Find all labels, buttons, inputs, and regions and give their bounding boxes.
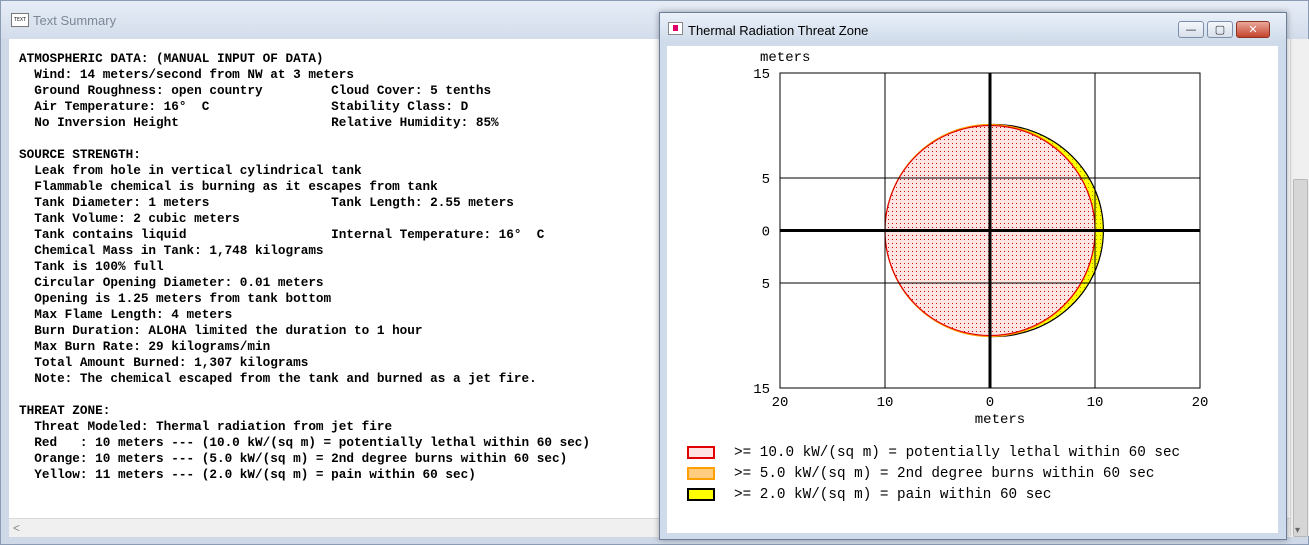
summary-line: No Inversion Height Relative Humidity: 8… xyxy=(19,115,499,130)
summary-line: Burn Duration: ALOHA limited the duratio… xyxy=(19,323,423,338)
x-tick-label: 10 xyxy=(877,395,894,411)
y-tick-label: 0 xyxy=(762,225,770,241)
y-tick-label: 5 xyxy=(762,172,770,188)
legend-label: >= 2.0 kW/(sq m) = pain within 60 sec xyxy=(734,487,1052,503)
threat-zone-chart: 155051520 10 0 10 20metersmeters xyxy=(753,50,1209,428)
legend-swatch xyxy=(687,467,715,480)
scrollbar-thumb[interactable] xyxy=(1293,179,1308,537)
x-tick-label: 10 xyxy=(1087,395,1104,411)
window-title: Text Summary xyxy=(33,13,117,28)
y-axis-label: meters xyxy=(760,50,810,66)
summary-line: Tank is 100% full xyxy=(19,259,164,274)
close-button[interactable]: ✕ xyxy=(1236,21,1270,38)
summary-line: Max Flame Length: 4 meters xyxy=(19,307,233,322)
maximize-button[interactable]: ▢ xyxy=(1207,21,1233,38)
vertical-scrollbar[interactable]: ▾ xyxy=(1290,39,1309,537)
summary-line: Wind: 14 meters/second from NW at 3 mete… xyxy=(19,67,355,82)
summary-line: ATMOSPHERIC DATA: (MANUAL INPUT OF DATA) xyxy=(19,51,324,66)
summary-line: SOURCE STRENGTH: xyxy=(19,147,141,162)
minimize-button[interactable]: — xyxy=(1178,21,1204,38)
summary-line: Total Amount Burned: 1,307 kilograms xyxy=(19,355,309,370)
summary-line: Tank contains liquid Internal Temperatur… xyxy=(19,227,545,242)
summary-line: Circular Opening Diameter: 0.01 meters xyxy=(19,275,324,290)
legend-label: >= 5.0 kW/(sq m) = 2nd degree burns with… xyxy=(734,466,1155,482)
legend-swatch xyxy=(687,446,715,459)
summary-line: THREAT ZONE: xyxy=(19,403,111,418)
summary-line: Max Burn Rate: 29 kilograms/min xyxy=(19,339,271,354)
summary-line: Orange: 10 meters --- (5.0 kW/(sq m) = 2… xyxy=(19,451,568,466)
summary-line: Chemical Mass in Tank: 1,748 kilograms xyxy=(19,243,324,258)
summary-line: Ground Roughness: open country Cloud Cov… xyxy=(19,83,492,98)
x-tick-label: 20 xyxy=(1192,395,1209,411)
scroll-left-icon[interactable]: < xyxy=(13,519,20,537)
legend-label: >= 10.0 kW/(sq m) = potentially lethal w… xyxy=(734,445,1181,461)
summary-line: Tank Diameter: 1 meters Tank Length: 2.5… xyxy=(19,195,514,210)
threat-zone-titlebar[interactable]: Thermal Radiation Threat Zone — ▢ ✕ xyxy=(660,13,1286,43)
y-tick-label: 5 xyxy=(762,277,770,293)
x-axis-label: meters xyxy=(975,412,1025,428)
summary-line: Opening is 1.25 meters from tank bottom xyxy=(19,291,332,306)
window-title: Thermal Radiation Threat Zone xyxy=(688,23,869,38)
app-window-icon xyxy=(668,22,683,35)
legend-swatch xyxy=(687,488,715,501)
summary-line: Tank Volume: 2 cubic meters xyxy=(19,211,240,226)
y-tick-label: 15 xyxy=(753,382,770,398)
threat-zone-content: 15 5 0 5 15 20 10 0 10 20 meters meters >= 10.0 kW/… xyxy=(667,46,1278,533)
x-tick-label: 0 xyxy=(986,395,994,411)
threat-zone-window[interactable]: Thermal Radiation Threat Zone — ▢ ✕ 15 5 0… xyxy=(659,12,1287,540)
text-document-icon: TEXT xyxy=(11,13,29,27)
y-tick-label: 15 xyxy=(753,67,770,83)
summary-line: Flammable chemical is burning as it esca… xyxy=(19,179,438,194)
summary-line: Threat Modeled: Thermal radiation from j… xyxy=(19,419,393,434)
summary-line: Air Temperature: 16° C Stability Class: … xyxy=(19,99,469,114)
summary-line: Yellow: 11 meters --- (2.0 kW/(sq m) = p… xyxy=(19,467,476,482)
summary-line: Leak from hole in vertical cylindrical t… xyxy=(19,163,362,178)
x-tick-label: 20 xyxy=(772,395,789,411)
summary-line: Note: The chemical escaped from the tank… xyxy=(19,371,537,386)
scroll-down-icon[interactable]: ▾ xyxy=(1295,525,1300,536)
summary-line: Red : 10 meters --- (10.0 kW/(sq m) = po… xyxy=(19,435,591,450)
